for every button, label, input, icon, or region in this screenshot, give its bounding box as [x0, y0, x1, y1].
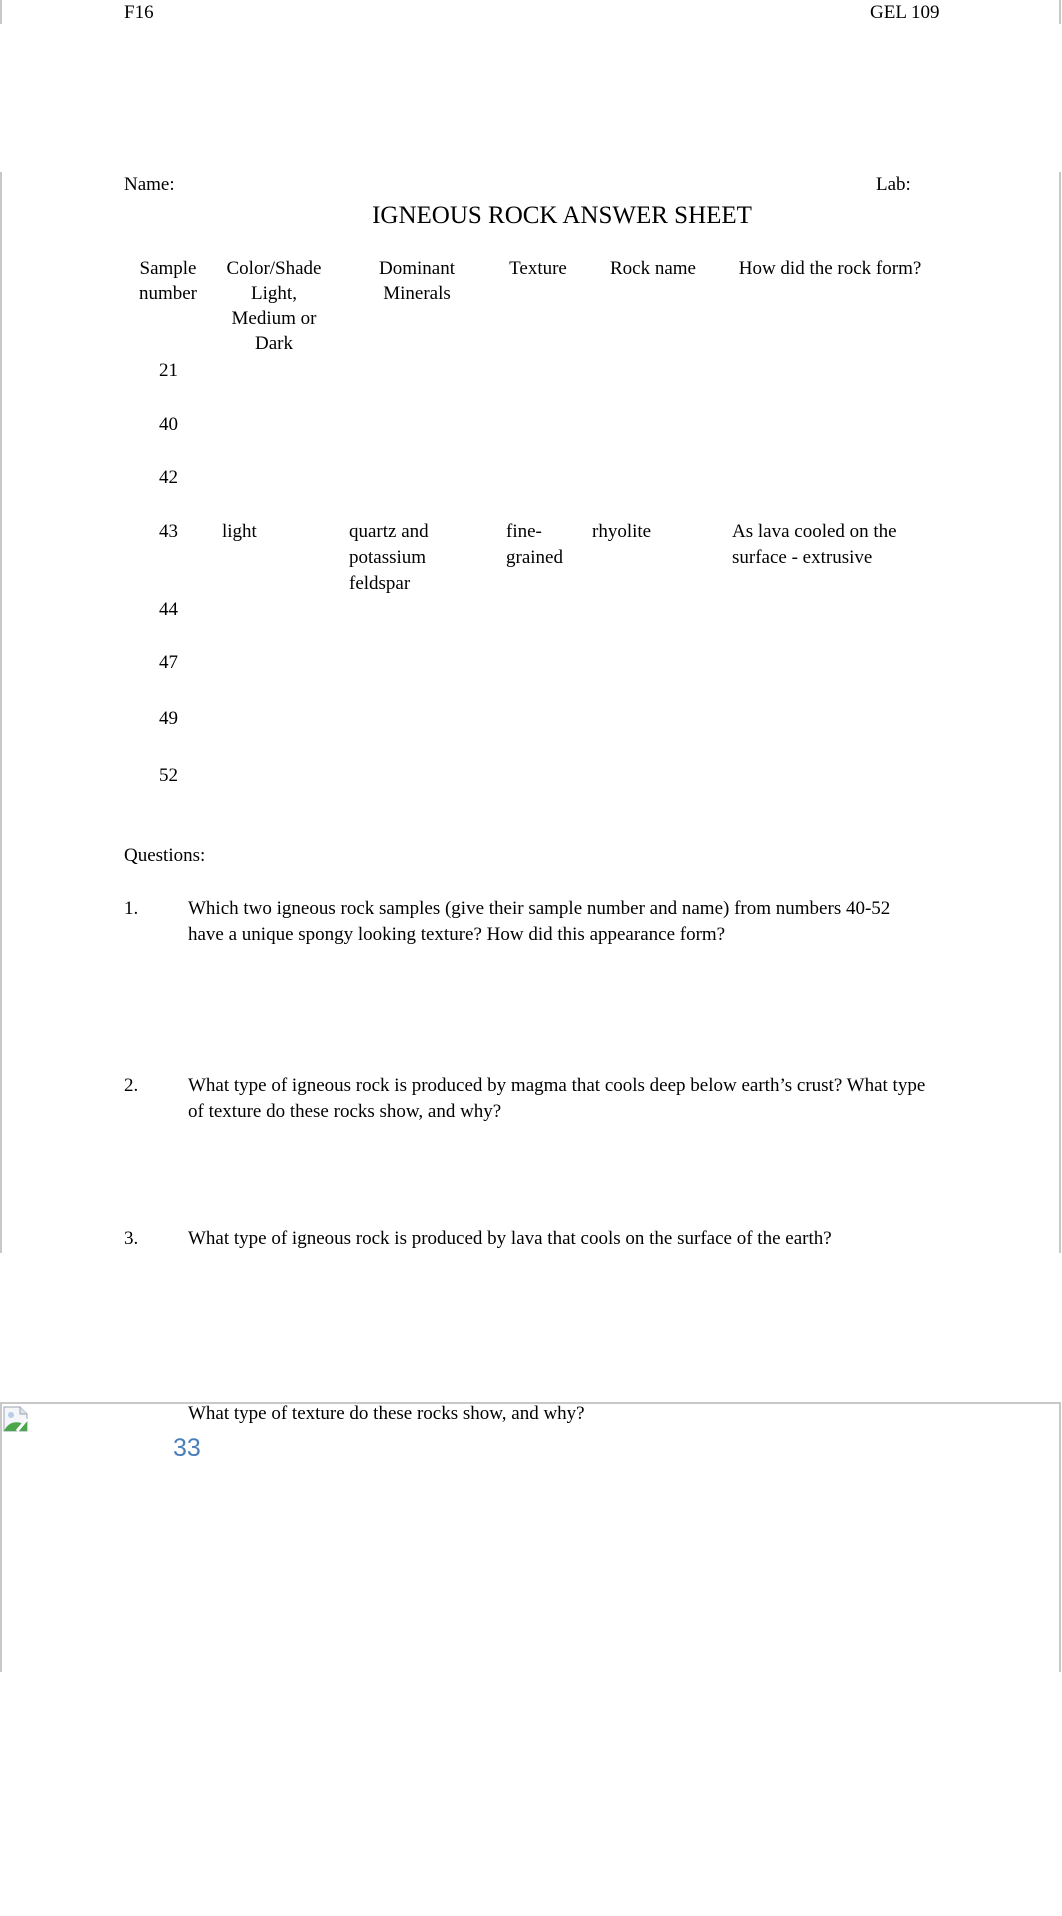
question-text: Which two igneous rock samples (give the…: [188, 898, 891, 945]
question-number: 3.: [124, 1228, 139, 1249]
column-header-sample: Sample number: [138, 258, 198, 304]
column-header-color: Color/Shade Light, Medium or Dark: [226, 258, 322, 354]
column-header-minerals: Dominant Minerals: [379, 258, 455, 304]
page-title: IGNEOUS ROCK ANSWER SHEET: [372, 202, 752, 229]
sample-number: 52: [159, 765, 178, 786]
page-number: 33: [173, 1434, 201, 1462]
header-course: GEL 109: [870, 2, 940, 23]
questions-heading: Questions:: [124, 845, 206, 866]
column-header-formation: How did the rock form?: [738, 258, 922, 279]
lab-label: Lab:: [876, 174, 911, 195]
name-label: Name:: [124, 174, 175, 195]
sample-number: 47: [159, 652, 178, 673]
cell-color: light: [222, 521, 257, 542]
cell-formation: As lava cooled on the surface - extrusiv…: [732, 521, 897, 568]
question-continuation: What type of texture do these rocks show…: [188, 1403, 585, 1424]
cell-texture: fine-grained: [506, 521, 563, 568]
sample-number: 40: [159, 414, 178, 435]
column-header-rock-name: Rock name: [609, 258, 696, 279]
question-text: What type of igneous rock is produced by…: [188, 1075, 926, 1122]
column-header-texture: Texture: [509, 258, 567, 279]
header-term: F16: [124, 2, 154, 23]
sample-number: 44: [159, 599, 178, 620]
sample-number: 42: [159, 467, 178, 488]
question-number: 2.: [124, 1075, 139, 1096]
sample-number: 43: [159, 521, 178, 542]
sample-number: 21: [159, 360, 178, 381]
cell-rock-name: rhyolite: [592, 521, 652, 542]
cell-minerals: quartz and potassium feldspar: [349, 521, 429, 594]
question-number: 1.: [124, 898, 139, 919]
question-text: What type of igneous rock is produced by…: [188, 1228, 832, 1249]
sample-number: 49: [159, 708, 178, 729]
broken-image-icon: [3, 1406, 30, 1432]
page-bottom-frame: [0, 1402, 1061, 1672]
